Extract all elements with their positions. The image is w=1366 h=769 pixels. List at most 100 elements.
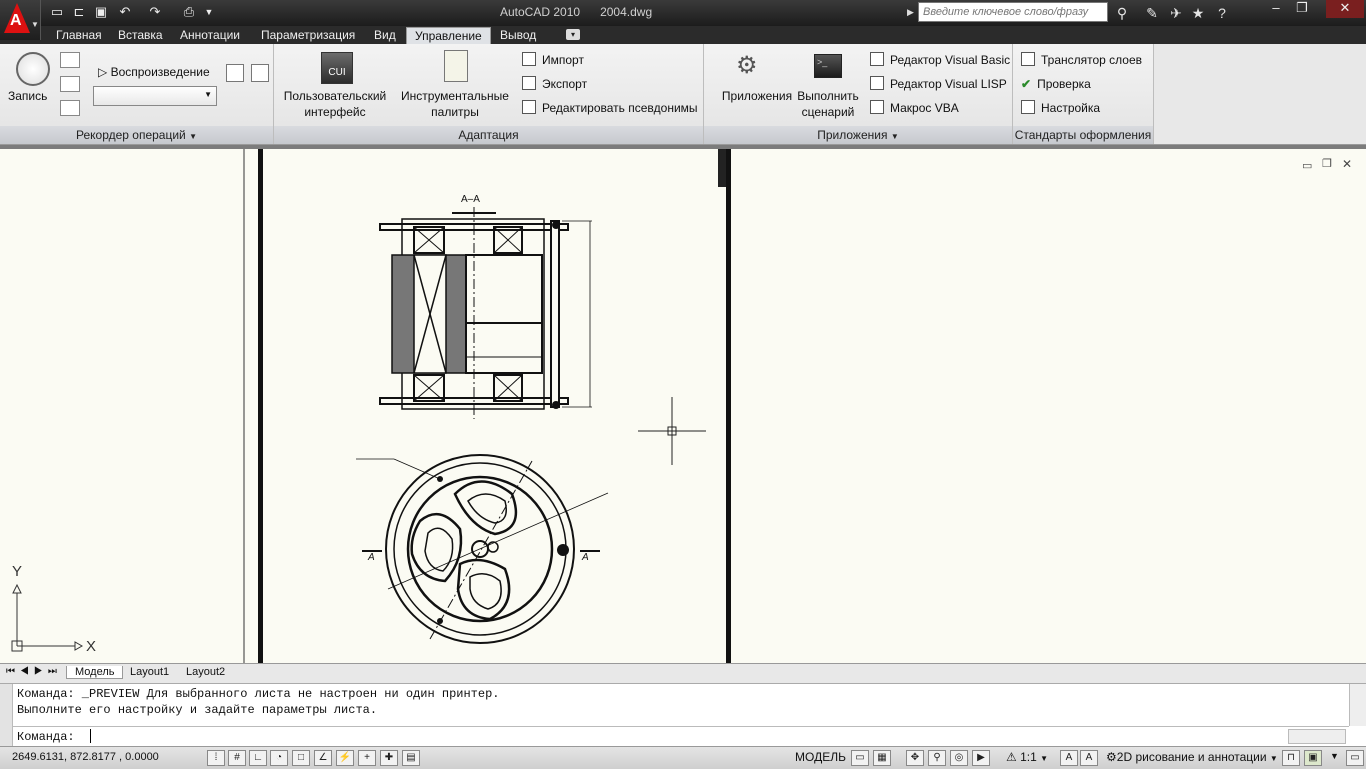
otrack-icon[interactable]: ∠ xyxy=(314,750,332,766)
redo-icon[interactable]: ↷ xyxy=(146,3,164,21)
layout-preview-icon[interactable]: ▦ xyxy=(873,750,891,766)
request-input-icon[interactable] xyxy=(60,76,80,92)
search-input[interactable] xyxy=(919,3,1103,21)
manager-icon[interactable] xyxy=(251,64,269,82)
open-file-icon[interactable]: ⊏ xyxy=(70,3,88,21)
applications-button[interactable]: Приложения xyxy=(712,88,802,104)
plot-icon[interactable]: ⎙ xyxy=(180,3,198,21)
ribbon-tabs: Главная Вставка Аннотации Параметризация… xyxy=(0,26,1366,45)
command-hscroll[interactable] xyxy=(1288,729,1346,744)
vba-editor-button[interactable]: Редактор Visual Basic xyxy=(870,50,1010,70)
expand-search-icon[interactable]: ▶ xyxy=(907,7,914,18)
command-input[interactable] xyxy=(90,729,91,743)
layout-nav-icon[interactable]: ⏮◀▶⏭ xyxy=(6,666,62,677)
qat-dropdown-icon[interactable]: ▼ xyxy=(200,3,218,21)
layer-translator-button[interactable]: Транслятор слоев xyxy=(1021,50,1142,70)
application-menu-button[interactable]: A ▼ xyxy=(0,0,41,40)
insert-message-icon[interactable] xyxy=(60,52,80,68)
doc-close-icon[interactable]: ✕ xyxy=(1342,157,1352,171)
ducs-icon[interactable]: ⚡ xyxy=(336,750,354,766)
drawing-svg xyxy=(11,149,731,663)
edit-aliases-button[interactable]: Редактировать псевдонимы xyxy=(522,98,698,118)
undo-icon[interactable]: ↶ xyxy=(116,3,134,21)
gear-icon: ⚙ xyxy=(1106,750,1117,764)
tab-parametric[interactable]: Параметризация xyxy=(253,27,363,44)
record-icon[interactable] xyxy=(16,52,50,86)
tab-output[interactable]: Вывод xyxy=(492,27,544,44)
steering-wheel-icon[interactable]: ◎ xyxy=(950,750,968,766)
tab-manage[interactable]: Управление xyxy=(406,27,491,45)
import-button[interactable]: Импорт xyxy=(522,50,584,70)
communication-icon[interactable]: ✈ xyxy=(1166,4,1186,22)
new-file-icon[interactable]: ▭ xyxy=(48,3,66,21)
lineweight-icon[interactable]: ✚ xyxy=(380,750,398,766)
showmotion-icon[interactable]: ▶ xyxy=(972,750,990,766)
preferences-icon[interactable] xyxy=(226,64,244,82)
run-script-button[interactable]: Выполнить сценарий xyxy=(794,88,862,120)
quick-properties-icon[interactable]: ▤ xyxy=(402,750,420,766)
minimize-icon[interactable]: – xyxy=(1262,0,1290,18)
doc-restore-icon[interactable]: ❐ xyxy=(1322,157,1332,170)
grid-icon[interactable]: # xyxy=(228,750,246,766)
save-icon[interactable]: ▣ xyxy=(92,3,110,21)
search-box[interactable]: ▶ xyxy=(907,2,1108,22)
gears-icon: ⚙ xyxy=(736,52,758,79)
snap-icon[interactable]: ⁞ xyxy=(207,750,225,766)
osnap-icon[interactable]: □ xyxy=(292,750,310,766)
customization-panel-title: Адаптация xyxy=(274,126,703,144)
close-icon[interactable]: ✕ xyxy=(1326,0,1364,18)
zoom-icon[interactable]: ⚲ xyxy=(928,750,946,766)
tab-annotate[interactable]: Аннотации xyxy=(172,27,248,44)
user-interface-button[interactable]: Пользовательский интерфейс xyxy=(282,88,388,120)
pan-icon[interactable]: ✥ xyxy=(906,750,924,766)
binoculars-icon[interactable]: ⚲ xyxy=(1112,4,1132,22)
ribbon-minimize-icon[interactable]: ▾ xyxy=(566,29,580,40)
favorites-icon[interactable]: ★ xyxy=(1188,4,1208,22)
macro-select[interactable]: ▼ xyxy=(93,86,217,106)
help-icon[interactable]: ? xyxy=(1212,4,1232,22)
model-space-button[interactable]: МОДЕЛЬ xyxy=(795,750,846,764)
polar-icon[interactable]: ◔ xyxy=(270,750,288,766)
section-label: А–А xyxy=(461,194,480,205)
check-button[interactable]: ✔ Проверка xyxy=(1021,74,1091,94)
export-button[interactable]: Экспорт xyxy=(522,74,587,94)
tool-palettes-button[interactable]: Инструментальные палитры xyxy=(400,88,510,120)
command-grip-icon[interactable] xyxy=(0,684,13,747)
annotation-scale-button[interactable]: ⚠ 1:1 ▼ xyxy=(1006,750,1048,764)
tab-view[interactable]: Вид xyxy=(366,27,404,44)
annotation-visibility-icon[interactable]: A xyxy=(1060,750,1078,766)
command-scrollbar[interactable] xyxy=(1349,684,1366,726)
coordinates-readout[interactable]: 2649.6131, 872.8177 , 0.0000 xyxy=(12,751,159,763)
configure-button[interactable]: Настройка xyxy=(1021,98,1100,118)
ortho-icon[interactable]: ∟ xyxy=(249,750,267,766)
record-button[interactable]: Запись xyxy=(8,88,47,104)
status-bar: 2649.6131, 872.8177 , 0.0000 ⁞ # ∟ ◔ □ ∠… xyxy=(0,746,1366,769)
tab-home[interactable]: Главная xyxy=(48,27,110,44)
lock-icon[interactable]: ⊓ xyxy=(1282,750,1300,766)
doc-minimize-icon[interactable]: ▭ xyxy=(1302,159,1312,172)
tray-settings-icon[interactable]: ▣ xyxy=(1304,750,1322,766)
lisp-editor-button[interactable]: Редактор Visual LISP xyxy=(870,74,1007,94)
restore-icon[interactable]: ❐ xyxy=(1288,0,1316,18)
clean-screen-icon[interactable]: ▭ xyxy=(1346,750,1364,766)
recorder-panel-title[interactable]: Рекордер операций ▼ xyxy=(0,126,273,144)
status-menu-icon[interactable]: ▼ xyxy=(1330,751,1339,761)
vba-editor-icon xyxy=(870,52,884,66)
workspace-switcher[interactable]: ⚙2D рисование и аннотации ▼ xyxy=(1106,750,1278,764)
command-history-line-1: Команда: _PREVIEW Для выбранного листа н… xyxy=(17,687,500,701)
edit-aliases-icon xyxy=(522,100,536,114)
play-button[interactable]: ▷ Воспроизведение xyxy=(98,62,210,82)
base-point-icon[interactable] xyxy=(60,100,80,116)
applications-panel-title[interactable]: Приложения ▼ xyxy=(704,126,1012,144)
drawing-canvas[interactable]: А–А А А X Y ▭ ❐ ✕ xyxy=(0,149,1366,663)
layout-icon[interactable]: ▭ xyxy=(851,750,869,766)
subscription-icon[interactable]: ✎ xyxy=(1142,4,1162,22)
dyn-icon[interactable]: + xyxy=(358,750,376,766)
auto-scale-icon[interactable]: A xyxy=(1080,750,1098,766)
tab-layout2[interactable]: Layout2 xyxy=(186,666,225,678)
chevron-down-icon: ▼ xyxy=(1269,754,1278,763)
tab-insert[interactable]: Вставка xyxy=(110,27,171,44)
vba-macro-button[interactable]: Макрос VBA xyxy=(870,98,959,118)
tab-layout1[interactable]: Layout1 xyxy=(130,666,169,678)
tab-model[interactable]: Модель xyxy=(66,666,124,679)
